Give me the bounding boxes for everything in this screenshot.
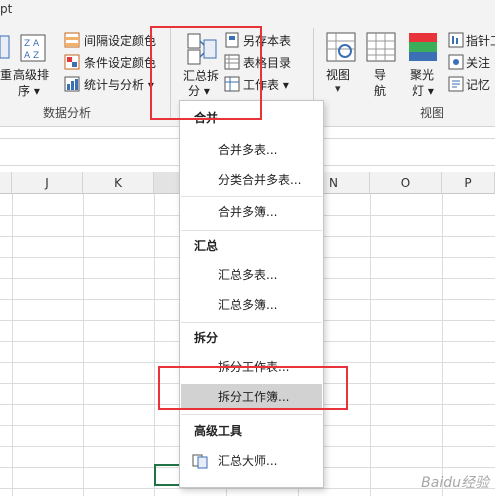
summary-split-menu: 合并 合并多表... 分类合并多表... 合并多簿... 汇总 汇总多表... …: [179, 100, 324, 488]
column-header[interactable]: O: [370, 172, 442, 194]
spotlight-label-1[interactable]: 聚光: [410, 66, 434, 83]
menu-item-summary-sheets[interactable]: 汇总多表...: [181, 262, 322, 288]
grid-line: [12, 194, 13, 496]
column-header[interactable]: K: [83, 172, 154, 194]
stats-analysis-icon[interactable]: [64, 76, 80, 92]
highlight-box-summary-split: [150, 26, 262, 120]
spotlight-icon[interactable]: [408, 32, 438, 62]
left-cut-label[interactable]: 重: [0, 66, 12, 83]
condition-color-button[interactable]: 条件设定颜色: [84, 54, 156, 71]
menu-item-merge-books[interactable]: 合并多簿...: [181, 199, 322, 225]
finger-tool-icon[interactable]: [448, 32, 464, 48]
menu-separator: [181, 230, 322, 231]
interval-color-button[interactable]: 间隔设定颜色: [84, 32, 156, 49]
navigate-label-2[interactable]: 航: [374, 82, 386, 99]
grid-line: [154, 194, 155, 496]
navigate-label-1[interactable]: 导: [374, 66, 386, 83]
view-icon[interactable]: [326, 32, 356, 62]
column-header[interactable]: P: [442, 172, 495, 194]
menu-item-summary-books[interactable]: 汇总多簿...: [181, 292, 322, 318]
highlight-box-split-book: [158, 366, 348, 410]
remember-icon[interactable]: [448, 76, 464, 92]
column-header-i[interactable]: [0, 172, 12, 194]
remember-button[interactable]: 记忆: [466, 76, 490, 93]
view-button[interactable]: 视图: [326, 66, 350, 83]
menu-separator: [181, 322, 322, 323]
menu-item-merge-sheets[interactable]: 合并多表...: [181, 137, 322, 163]
view-dropdown-icon[interactable]: ▾: [335, 82, 341, 95]
spotlight-label-2[interactable]: 灯 ▾: [412, 82, 434, 99]
finger-tool-button[interactable]: 指针工: [466, 32, 495, 49]
svg-text:Z A: Z A: [24, 39, 40, 49]
grid-line: [370, 194, 371, 496]
grid-line: [442, 194, 443, 496]
advanced-sort-icon[interactable]: Z A A Z: [20, 34, 46, 62]
advanced-sort-label-2[interactable]: 序 ▾: [18, 82, 40, 99]
group-label-data-analysis: 数据分析: [43, 106, 92, 120]
menu-section-advanced: 高级工具: [194, 424, 243, 438]
sort-icon-left[interactable]: [0, 34, 10, 60]
stats-analysis-button[interactable]: 统计与分析 ▾: [84, 76, 154, 93]
menu-item-summary-master[interactable]: 汇总大师...: [181, 448, 322, 474]
svg-text:A Z: A Z: [24, 51, 39, 61]
advanced-sort-label-1[interactable]: 高级排: [13, 66, 49, 83]
follow-icon[interactable]: [448, 54, 464, 70]
menu-separator: [181, 414, 322, 415]
follow-button[interactable]: 关注: [466, 54, 490, 71]
navigate-icon[interactable]: [366, 32, 396, 62]
condition-color-icon[interactable]: [64, 54, 80, 70]
watermark: Baidu经验: [421, 475, 489, 491]
group-label-view: 视图: [420, 106, 445, 120]
interval-color-icon[interactable]: [64, 32, 80, 48]
window-title-fragment: pt: [0, 2, 13, 16]
menu-section-summary: 汇总: [194, 239, 219, 253]
menu-section-split: 拆分: [194, 331, 219, 345]
grid-line: [83, 194, 84, 496]
column-header[interactable]: J: [12, 172, 83, 194]
menu-separator: [181, 196, 322, 197]
menu-item-category-merge[interactable]: 分类合并多表...: [181, 167, 322, 193]
